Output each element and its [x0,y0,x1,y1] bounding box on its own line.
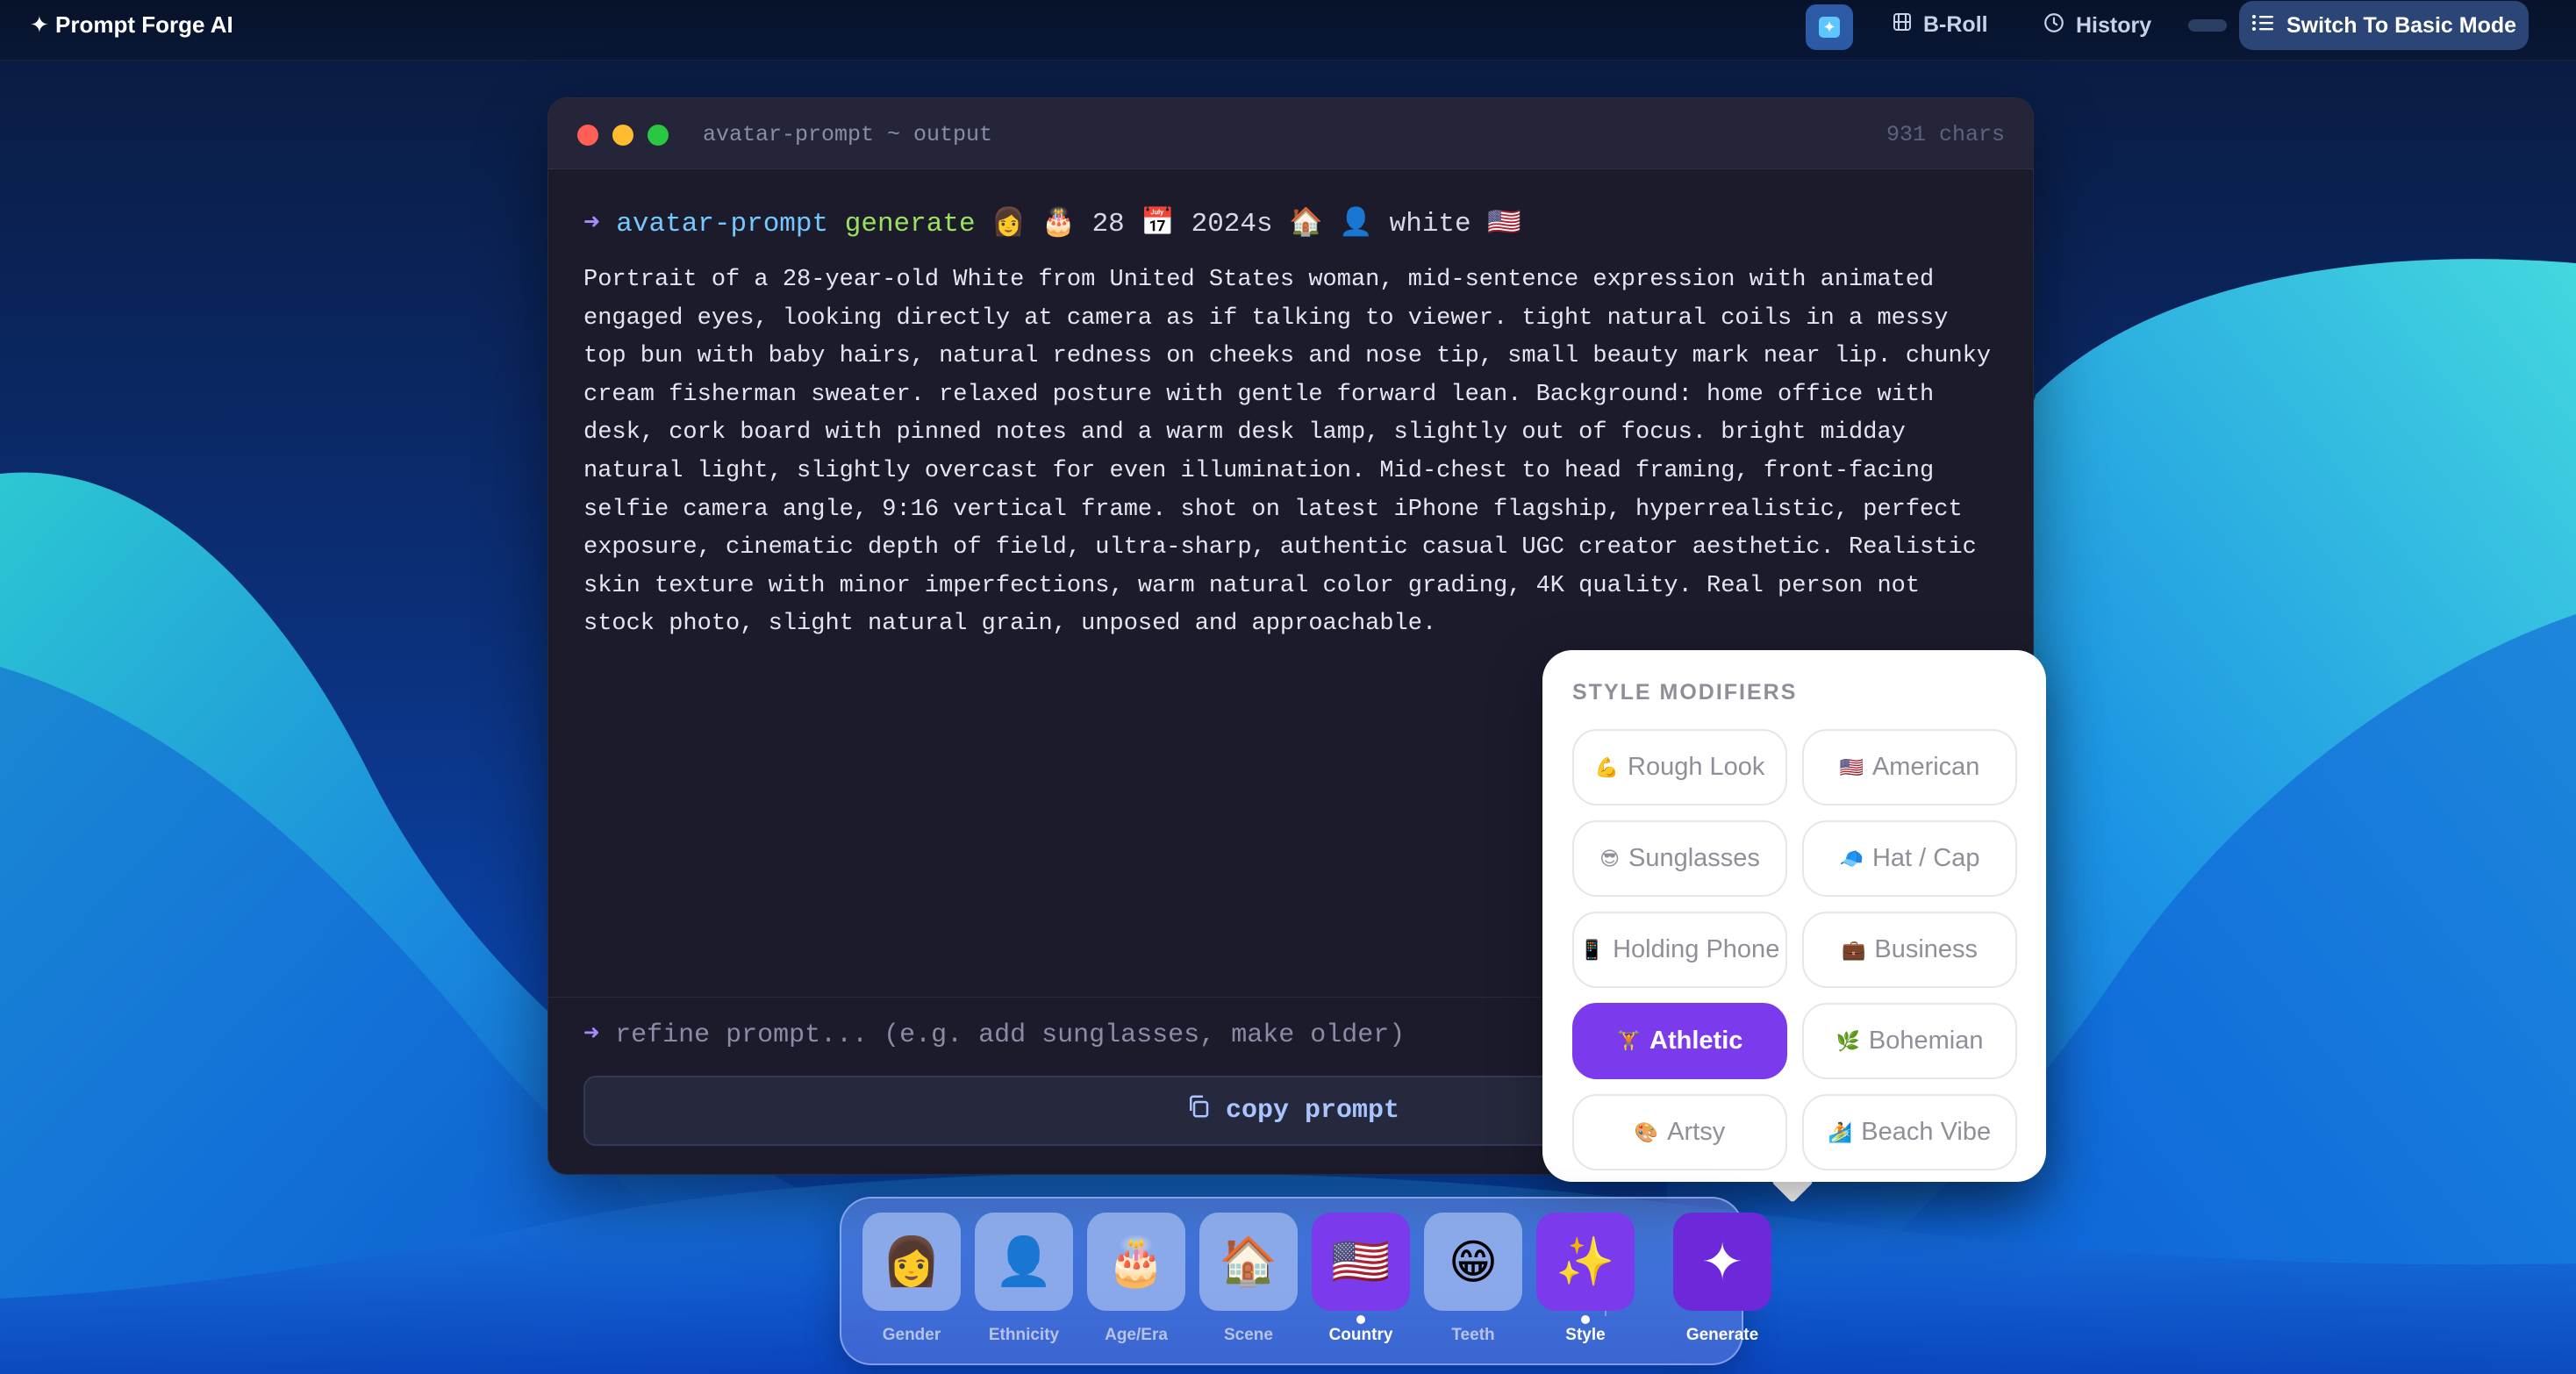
dock-scene-button[interactable]: 🏠 [1199,1213,1298,1311]
chip-label: Business [1874,935,1979,963]
command-program: avatar-prompt [616,209,829,240]
style-modifiers-popover: STYLE MODIFIERS 💪 Rough Look 🇺🇸 American 😎 Su… [1542,650,2046,1182]
country-icon: 🇺🇸 [1331,1234,1391,1288]
selected-indicator-dot [1356,1315,1365,1324]
broll-label: B-Roll [1923,12,1988,37]
copy-prompt-label: copy prompt [1225,1096,1400,1126]
generate-icon: ✦ [1700,1234,1744,1291]
style-chip-rough-look[interactable]: 💪 Rough Look [1572,729,1787,805]
dock-gender-button[interactable]: 👩 [862,1213,961,1311]
refine-prompt-input[interactable]: ➜ refine prompt... (e.g. add sunglasses,… [583,1018,1405,1050]
chip-emoji-icon: 🏋 [1616,1029,1642,1052]
dock-generate-label: Generate [1685,1326,1759,1344]
chip-label: Artsy [1667,1118,1726,1146]
style-chip-artsy[interactable]: 🎨 Artsy [1572,1094,1787,1170]
close-window-button[interactable] [577,125,598,146]
dock-ethnicity-label: Ethnicity [988,1326,1060,1344]
chip-label: Athletic [1649,1027,1743,1055]
window-title: avatar-prompt ~ output [703,122,993,147]
dock-teeth-label: Teeth [1451,1326,1495,1344]
toggle-pill[interactable] [2188,19,2227,32]
chip-emoji-icon: 💼 [1841,938,1866,961]
history-link[interactable]: History [2043,11,2151,40]
dock-gender-label: Gender [882,1326,941,1344]
dock-age-era-label: Age/Era [1105,1326,1168,1344]
broll-link[interactable]: B-Roll [1892,11,1988,39]
window-titlebar: avatar-prompt ~ output 931 chars [548,98,2033,169]
gender-icon: 👩 [882,1234,941,1288]
dock-teeth-button[interactable]: 😁 [1424,1213,1522,1311]
copy-icon [1185,1093,1212,1128]
chip-emoji-icon: 🏄 [1828,1120,1853,1143]
scene-icon: 🏠 [1219,1234,1278,1288]
chip-emoji-icon: 📱 [1579,938,1605,961]
minimize-window-button[interactable] [612,125,633,146]
chip-emoji-icon: 🌿 [1835,1029,1860,1052]
dock-ethnicity-button[interactable]: 👤 [975,1213,1073,1311]
film-icon [1892,11,1913,39]
chip-emoji-icon: 🇺🇸 [1839,755,1864,778]
sparkle-icon: ✦ [1819,17,1840,38]
chip-emoji-icon: 🧢 [1839,847,1864,869]
dock-style-label: Style [1565,1326,1606,1344]
style-chip-bohemian[interactable]: 🌿 Bohemian [1802,1003,2017,1079]
ethnicity-icon: 👤 [994,1234,1054,1288]
refine-placeholder: refine prompt... (e.g. add sunglasses, m… [615,1020,1406,1050]
dock-age-era-button[interactable]: 🎂 [1087,1213,1185,1311]
app-brand[interactable]: ✦ Prompt Forge AI [30,11,233,39]
style-chip-business[interactable]: 💼 Business [1802,912,2017,988]
chip-label: Hat / Cap [1871,844,1980,872]
style-chip-athletic[interactable]: 🏋 Athletic [1572,1003,1787,1079]
chip-label: Beach Vibe [1861,1118,1992,1146]
generated-prompt-text: Portrait of a 28-year-old White from Uni… [583,267,1992,638]
style-chip-holding-phone[interactable]: 📱 Holding Phone [1572,912,1787,988]
style-chip-hat-cap[interactable]: 🧢 Hat / Cap [1802,820,2017,897]
chip-label: Sunglasses [1628,844,1760,872]
top-navigation-bar: ✦ Prompt Forge AI ✦ B-Roll History Switc… [0,0,2576,61]
history-label: History [2076,13,2152,38]
command-line: ➜ avatar-prompt generate 👩 🎂 28 📅 2024s … [583,205,1521,240]
chip-emoji-icon: 🎨 [1634,1120,1659,1143]
command-args: 👩 🎂 28 📅 2024s 🏠 👤 white 🇺🇸 [991,209,1521,240]
option-dock: 👩 Gender 👤 Ethnicity 🎂 Age/Era 🏠 Scene 🇺🇸 Country… [840,1197,1771,1365]
chip-label: Bohemian [1868,1027,1984,1055]
clock-icon [2043,11,2065,40]
dock-style-button[interactable]: ✨ [1536,1213,1635,1311]
chip-label: Holding Phone [1613,935,1780,963]
style-chip-beach-vibe[interactable]: 🏄 Beach Vibe [1802,1094,2017,1170]
chip-emoji-icon: 😎 [1599,847,1620,869]
prompt-arrow-icon: ➜ [583,209,600,240]
ai-mode-button[interactable]: ✦ [1806,4,1853,50]
age-era-icon: 🎂 [1106,1234,1166,1288]
dock-country-button[interactable]: 🇺🇸 [1312,1213,1410,1311]
dock-scene-label: Scene [1224,1326,1273,1344]
style-chip-grid: 💪 Rough Look 🇺🇸 American 😎 Sunglasses 🧢 Hat / C… [1572,729,2017,1170]
list-icon [2251,13,2274,39]
chip-label: Rough Look [1628,753,1765,781]
chip-emoji-icon: 💪 [1594,755,1619,778]
style-chip-american[interactable]: 🇺🇸 American [1802,729,2017,805]
teeth-icon: 😁 [1448,1235,1499,1289]
command-subcommand: generate [844,209,976,240]
popover-title: STYLE MODIFIERS [1572,680,1798,705]
char-count: 931 chars [1885,122,2005,147]
prompt-arrow-icon: ➜ [583,1020,600,1050]
dock-generate-button[interactable]: ✦ [1673,1213,1771,1311]
selected-indicator-dot [1581,1315,1590,1324]
dock-country-label: Country [1328,1326,1393,1344]
style-chip-sunglasses[interactable]: 😎 Sunglasses [1572,820,1787,897]
maximize-window-button[interactable] [648,125,669,146]
style-icon: ✨ [1556,1234,1615,1288]
chip-label: American [1871,753,1980,781]
switch-mode-button[interactable]: Switch To Basic Mode [2239,1,2529,50]
switch-mode-label: Switch To Basic Mode [2286,12,2517,38]
